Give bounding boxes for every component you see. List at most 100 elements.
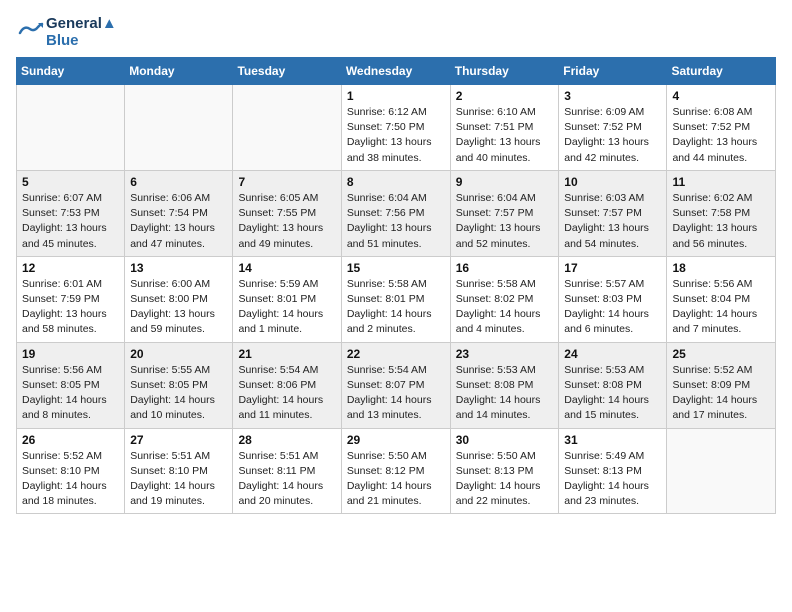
weekday-header-tuesday: Tuesday: [233, 58, 341, 85]
day-info: Sunrise: 5:57 AM Sunset: 8:03 PM Dayligh…: [564, 277, 661, 338]
day-info: Sunrise: 5:49 AM Sunset: 8:13 PM Dayligh…: [564, 449, 661, 510]
page-header: General▲ Blue: [16, 16, 776, 49]
day-number: 29: [347, 433, 445, 447]
day-number: 14: [238, 261, 335, 275]
weekday-header-friday: Friday: [559, 58, 667, 85]
calendar-cell: 16 Sunrise: 5:58 AM Sunset: 8:02 PM Dayli…: [450, 256, 559, 342]
calendar-cell: 28 Sunrise: 5:51 AM Sunset: 8:11 PM Dayli…: [233, 428, 341, 514]
calendar-week-row: 5 Sunrise: 6:07 AM Sunset: 7:53 PM Daylig…: [17, 170, 776, 256]
day-info: Sunrise: 6:08 AM Sunset: 7:52 PM Dayligh…: [672, 105, 770, 166]
day-info: Sunrise: 5:55 AM Sunset: 8:05 PM Dayligh…: [130, 363, 227, 424]
weekday-header-monday: Monday: [125, 58, 233, 85]
logo-icon: [16, 19, 44, 47]
day-info: Sunrise: 5:54 AM Sunset: 8:06 PM Dayligh…: [238, 363, 335, 424]
day-info: Sunrise: 6:00 AM Sunset: 8:00 PM Dayligh…: [130, 277, 227, 338]
calendar-week-row: 12 Sunrise: 6:01 AM Sunset: 7:59 PM Dayli…: [17, 256, 776, 342]
day-number: 26: [22, 433, 119, 447]
weekday-header-thursday: Thursday: [450, 58, 559, 85]
calendar-cell: 24Sunrise: 5:53 AM Sunset: 8:08 PM Dayli…: [559, 342, 667, 428]
calendar-cell: 23 Sunrise: 5:53 AM Sunset: 8:08 PM Dayli…: [450, 342, 559, 428]
day-number: 4: [672, 89, 770, 103]
calendar-cell: 14 Sunrise: 5:59 AM Sunset: 8:01 PM Dayli…: [233, 256, 341, 342]
day-number: 19: [22, 347, 119, 361]
weekday-header-saturday: Saturday: [667, 58, 776, 85]
weekday-header-sunday: Sunday: [17, 58, 125, 85]
calendar-cell: [17, 85, 125, 171]
day-info: Sunrise: 6:01 AM Sunset: 7:59 PM Dayligh…: [22, 277, 119, 338]
day-number: 2: [456, 89, 554, 103]
day-number: 7: [238, 175, 335, 189]
day-info: Sunrise: 5:59 AM Sunset: 8:01 PM Dayligh…: [238, 277, 335, 338]
day-number: 11: [672, 175, 770, 189]
calendar-cell: 8 Sunrise: 6:04 AM Sunset: 7:56 PM Daylig…: [341, 170, 450, 256]
day-info: Sunrise: 6:05 AM Sunset: 7:55 PM Dayligh…: [238, 191, 335, 252]
day-number: 15: [347, 261, 445, 275]
day-info: Sunrise: 6:12 AM Sunset: 7:50 PM Dayligh…: [347, 105, 445, 166]
day-info: Sunrise: 6:04 AM Sunset: 7:57 PM Dayligh…: [456, 191, 554, 252]
calendar-cell: 30Sunrise: 5:50 AM Sunset: 8:13 PM Dayli…: [450, 428, 559, 514]
day-info: Sunrise: 6:02 AM Sunset: 7:58 PM Dayligh…: [672, 191, 770, 252]
calendar-cell: 12 Sunrise: 6:01 AM Sunset: 7:59 PM Dayli…: [17, 256, 125, 342]
day-info: Sunrise: 5:56 AM Sunset: 8:05 PM Dayligh…: [22, 363, 119, 424]
day-info: Sunrise: 5:58 AM Sunset: 8:01 PM Dayligh…: [347, 277, 445, 338]
day-number: 20: [130, 347, 227, 361]
calendar-cell: 27 Sunrise: 5:51 AM Sunset: 8:10 PM Dayli…: [125, 428, 233, 514]
calendar-cell: 22Sunrise: 5:54 AM Sunset: 8:07 PM Dayli…: [341, 342, 450, 428]
calendar-cell: 6Sunrise: 6:06 AM Sunset: 7:54 PM Daylig…: [125, 170, 233, 256]
day-number: 10: [564, 175, 661, 189]
day-number: 13: [130, 261, 227, 275]
calendar-cell: 1 Sunrise: 6:12 AM Sunset: 7:50 PM Daylig…: [341, 85, 450, 171]
calendar-cell: 10Sunrise: 6:03 AM Sunset: 7:57 PM Dayli…: [559, 170, 667, 256]
calendar-cell: 2 Sunrise: 6:10 AM Sunset: 7:51 PM Daylig…: [450, 85, 559, 171]
day-info: Sunrise: 5:54 AM Sunset: 8:07 PM Dayligh…: [347, 363, 445, 424]
weekday-header-wednesday: Wednesday: [341, 58, 450, 85]
day-number: 30: [456, 433, 554, 447]
calendar-cell: 20 Sunrise: 5:55 AM Sunset: 8:05 PM Dayli…: [125, 342, 233, 428]
day-info: Sunrise: 5:50 AM Sunset: 8:12 PM Dayligh…: [347, 449, 445, 510]
day-info: Sunrise: 6:10 AM Sunset: 7:51 PM Dayligh…: [456, 105, 554, 166]
calendar-cell: 9 Sunrise: 6:04 AM Sunset: 7:57 PM Daylig…: [450, 170, 559, 256]
calendar-week-row: 26Sunrise: 5:52 AM Sunset: 8:10 PM Dayli…: [17, 428, 776, 514]
day-number: 9: [456, 175, 554, 189]
day-number: 16: [456, 261, 554, 275]
calendar-cell: 21 Sunrise: 5:54 AM Sunset: 8:06 PM Dayli…: [233, 342, 341, 428]
day-number: 21: [238, 347, 335, 361]
calendar-cell: 5 Sunrise: 6:07 AM Sunset: 7:53 PM Daylig…: [17, 170, 125, 256]
day-number: 8: [347, 175, 445, 189]
day-number: 23: [456, 347, 554, 361]
day-info: Sunrise: 6:04 AM Sunset: 7:56 PM Dayligh…: [347, 191, 445, 252]
day-info: Sunrise: 6:07 AM Sunset: 7:53 PM Dayligh…: [22, 191, 119, 252]
day-info: Sunrise: 5:51 AM Sunset: 8:11 PM Dayligh…: [238, 449, 335, 510]
calendar-cell: 13 Sunrise: 6:00 AM Sunset: 8:00 PM Dayli…: [125, 256, 233, 342]
day-number: 18: [672, 261, 770, 275]
day-info: Sunrise: 5:52 AM Sunset: 8:09 PM Dayligh…: [672, 363, 770, 424]
day-number: 3: [564, 89, 661, 103]
calendar-cell: 17 Sunrise: 5:57 AM Sunset: 8:03 PM Dayli…: [559, 256, 667, 342]
calendar-cell: 19 Sunrise: 5:56 AM Sunset: 8:05 PM Dayli…: [17, 342, 125, 428]
calendar-cell: [233, 85, 341, 171]
day-info: Sunrise: 5:58 AM Sunset: 8:02 PM Dayligh…: [456, 277, 554, 338]
day-info: Sunrise: 5:53 AM Sunset: 8:08 PM Dayligh…: [456, 363, 554, 424]
calendar-cell: 29 Sunrise: 5:50 AM Sunset: 8:12 PM Dayli…: [341, 428, 450, 514]
day-number: 1: [347, 89, 445, 103]
logo: General▲ Blue: [16, 16, 117, 49]
calendar-cell: 26Sunrise: 5:52 AM Sunset: 8:10 PM Dayli…: [17, 428, 125, 514]
calendar-cell: 18 Sunrise: 5:56 AM Sunset: 8:04 PM Dayli…: [667, 256, 776, 342]
day-info: Sunrise: 5:56 AM Sunset: 8:04 PM Dayligh…: [672, 277, 770, 338]
calendar-cell: 11 Sunrise: 6:02 AM Sunset: 7:58 PM Dayli…: [667, 170, 776, 256]
calendar-week-row: 19 Sunrise: 5:56 AM Sunset: 8:05 PM Dayli…: [17, 342, 776, 428]
calendar-cell: 31 Sunrise: 5:49 AM Sunset: 8:13 PM Dayli…: [559, 428, 667, 514]
calendar-cell: 7 Sunrise: 6:05 AM Sunset: 7:55 PM Daylig…: [233, 170, 341, 256]
day-number: 5: [22, 175, 119, 189]
day-number: 27: [130, 433, 227, 447]
calendar-cell: 3Sunrise: 6:09 AM Sunset: 7:52 PM Daylig…: [559, 85, 667, 171]
day-info: Sunrise: 5:51 AM Sunset: 8:10 PM Dayligh…: [130, 449, 227, 510]
day-info: Sunrise: 5:53 AM Sunset: 8:08 PM Dayligh…: [564, 363, 661, 424]
day-number: 28: [238, 433, 335, 447]
day-number: 12: [22, 261, 119, 275]
calendar-cell: 25 Sunrise: 5:52 AM Sunset: 8:09 PM Dayli…: [667, 342, 776, 428]
day-number: 17: [564, 261, 661, 275]
calendar-cell: [125, 85, 233, 171]
day-number: 25: [672, 347, 770, 361]
day-number: 31: [564, 433, 661, 447]
